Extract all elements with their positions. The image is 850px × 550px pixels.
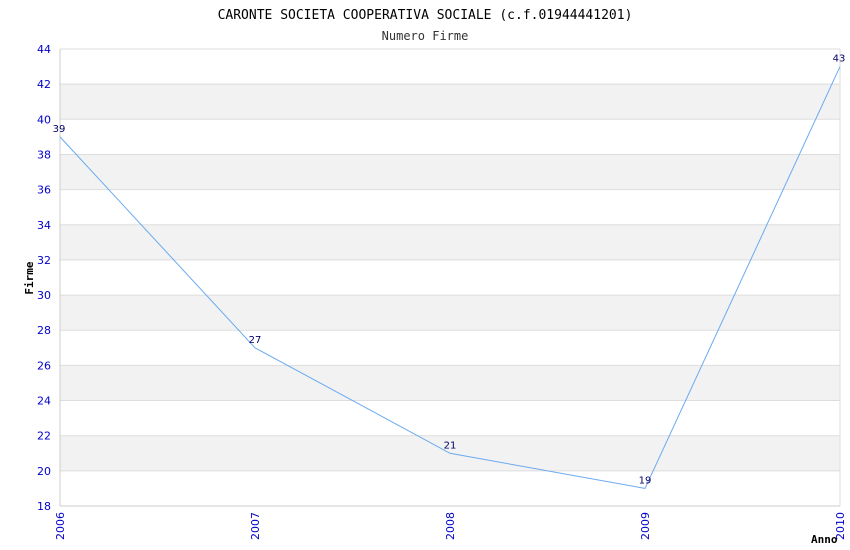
x-tick-label: 2007 bbox=[249, 512, 262, 540]
grid-band bbox=[60, 84, 840, 120]
grid-band bbox=[60, 365, 840, 401]
y-tick-label: 18 bbox=[37, 500, 51, 513]
y-tick-label: 22 bbox=[37, 430, 51, 443]
grid-band bbox=[60, 154, 840, 190]
y-tick-label: 42 bbox=[37, 78, 51, 91]
grid-band bbox=[60, 224, 840, 260]
series-line bbox=[59, 66, 841, 489]
line-chart: 18 20 22 24 26 28 30 32 34 36 38 40 42 44 2006 2007 200… bbox=[23, 8, 847, 546]
y-tick-label: 26 bbox=[37, 359, 51, 372]
data-label: 39 bbox=[53, 124, 66, 135]
y-tick-label: 24 bbox=[37, 395, 51, 408]
x-tick-label: 2006 bbox=[54, 512, 67, 540]
y-axis-label: Firme bbox=[23, 261, 36, 294]
data-label: 27 bbox=[249, 335, 262, 346]
y-tick-label: 32 bbox=[37, 254, 51, 267]
chart-subtitle: Numero Firme bbox=[382, 29, 469, 43]
y-tick-label: 34 bbox=[37, 219, 51, 232]
y-tick-label: 36 bbox=[37, 184, 51, 197]
chart-title: CARONTE SOCIETA COOPERATIVA SOCIALE (c.f… bbox=[218, 8, 633, 23]
grid-band bbox=[60, 295, 840, 331]
x-axis-label: Anno bbox=[811, 533, 838, 546]
data-label: 19 bbox=[639, 475, 652, 486]
x-tick-label: 2008 bbox=[444, 512, 457, 540]
data-label: 21 bbox=[444, 440, 457, 451]
y-tick-labels: 18 20 22 24 26 28 30 32 34 36 38 40 42 44 bbox=[37, 43, 51, 513]
x-tick-labels: 2006 2007 2008 2009 2010 bbox=[54, 512, 847, 540]
y-tick-label: 28 bbox=[37, 324, 51, 337]
y-tick-label: 30 bbox=[37, 289, 51, 302]
x-tick-label: 2009 bbox=[639, 512, 652, 540]
grid-bands bbox=[60, 84, 840, 471]
data-label: 43 bbox=[833, 54, 846, 65]
y-tick-label: 38 bbox=[37, 148, 51, 161]
y-tick-label: 20 bbox=[37, 465, 51, 478]
y-tick-label: 44 bbox=[37, 43, 51, 56]
y-tick-label: 40 bbox=[37, 113, 51, 126]
